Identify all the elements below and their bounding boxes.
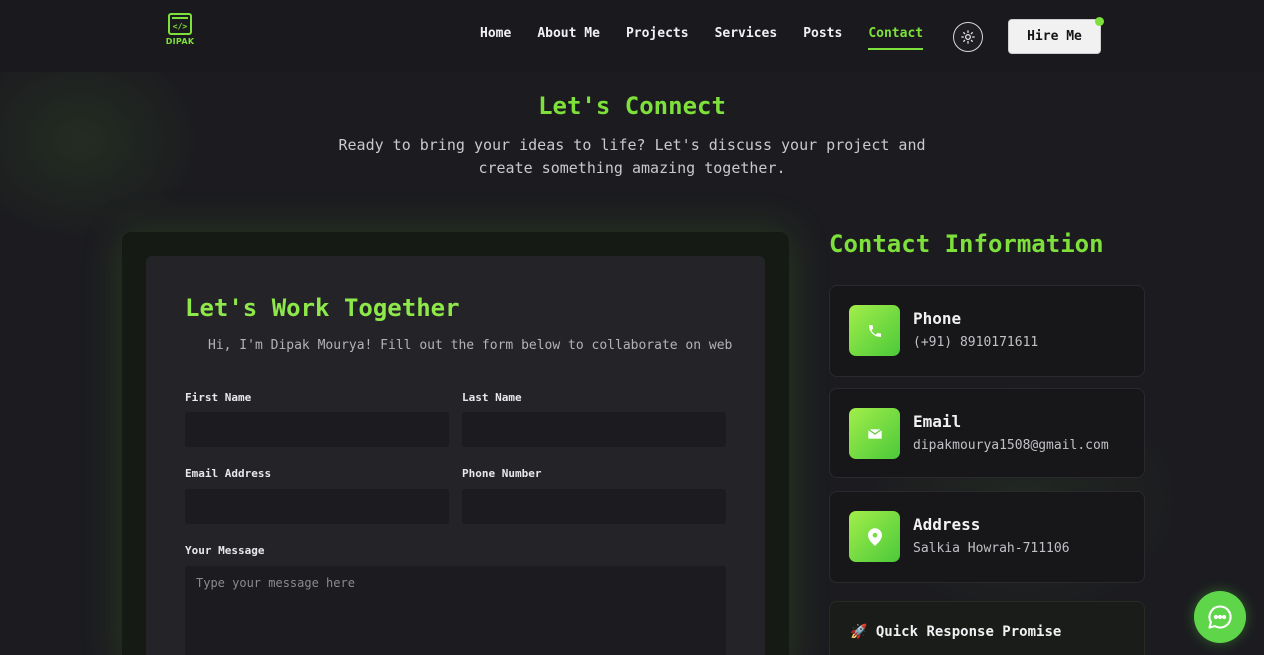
phone-card-value: (+91) 8910171611 (913, 335, 1039, 350)
hire-me-label: Hire Me (1027, 29, 1082, 44)
nav-item-posts[interactable]: Posts (803, 26, 842, 41)
email-input[interactable] (185, 489, 449, 524)
site-header: </> DIPAK Home About Me Projects Service… (0, 0, 1264, 72)
logo-text: DIPAK (165, 37, 195, 46)
phone-label: Phone Number (462, 467, 542, 480)
nav-item-about-me[interactable]: About Me (537, 26, 600, 41)
nav-item-home[interactable]: Home (480, 26, 511, 41)
first-name-label: First Name (185, 391, 252, 404)
quick-response-title: 🚀 Quick Response Promise (850, 624, 1061, 640)
rocket-icon: 🚀 (850, 624, 868, 640)
phone-input[interactable] (462, 489, 726, 524)
message-textarea[interactable] (185, 566, 726, 655)
nav-item-contact[interactable]: Contact (868, 26, 923, 50)
last-name-input[interactable] (462, 412, 726, 447)
sun-icon (961, 30, 975, 44)
email-label: Email Address (185, 467, 272, 480)
main-nav: Home About Me Projects Services Posts Co… (480, 26, 949, 50)
page-title: Let's Connect (538, 92, 726, 120)
code-window-icon: </> (168, 13, 192, 35)
page-subtitle: Ready to bring your ideas to life? Let's… (338, 136, 926, 177)
message-label: Your Message (185, 544, 265, 557)
email-card-label: Email (913, 412, 962, 431)
first-name-input[interactable] (185, 412, 449, 447)
nav-item-services[interactable]: Services (715, 26, 778, 41)
phone-icon (849, 305, 900, 356)
map-pin-icon (849, 511, 900, 562)
last-name-label: Last Name (462, 391, 522, 404)
nav-item-projects[interactable]: Projects (626, 26, 689, 41)
form-intro: Hi, I'm Dipak Mourya! Fill out the form … (208, 338, 733, 353)
phone-card-label: Phone (913, 309, 962, 328)
contact-info-title: Contact Information (829, 230, 1104, 258)
logo-code-glyph: </> (172, 21, 188, 31)
email-card[interactable]: Email dipakmourya1508@gmail.com (829, 388, 1145, 478)
site-logo[interactable]: </> DIPAK (165, 13, 195, 47)
phone-card[interactable]: Phone (+91) 8910171611 (829, 285, 1145, 377)
address-card-value: Salkia Howrah-711106 (913, 541, 1070, 556)
hire-me-button[interactable]: Hire Me (1008, 17, 1104, 54)
quick-response-card: 🚀 Quick Response Promise (829, 601, 1145, 655)
address-card[interactable]: Address Salkia Howrah-711106 (829, 491, 1145, 583)
email-card-value: dipakmourya1508@gmail.com (913, 438, 1109, 453)
form-title: Let's Work Together (185, 294, 460, 322)
quick-response-label: Quick Response Promise (875, 624, 1062, 640)
chat-button[interactable] (1194, 591, 1246, 643)
envelope-icon (849, 408, 900, 459)
status-dot (1095, 17, 1104, 26)
theme-toggle-button[interactable] (953, 22, 983, 52)
address-card-label: Address (913, 515, 981, 534)
chat-bubble-icon (1208, 605, 1232, 629)
